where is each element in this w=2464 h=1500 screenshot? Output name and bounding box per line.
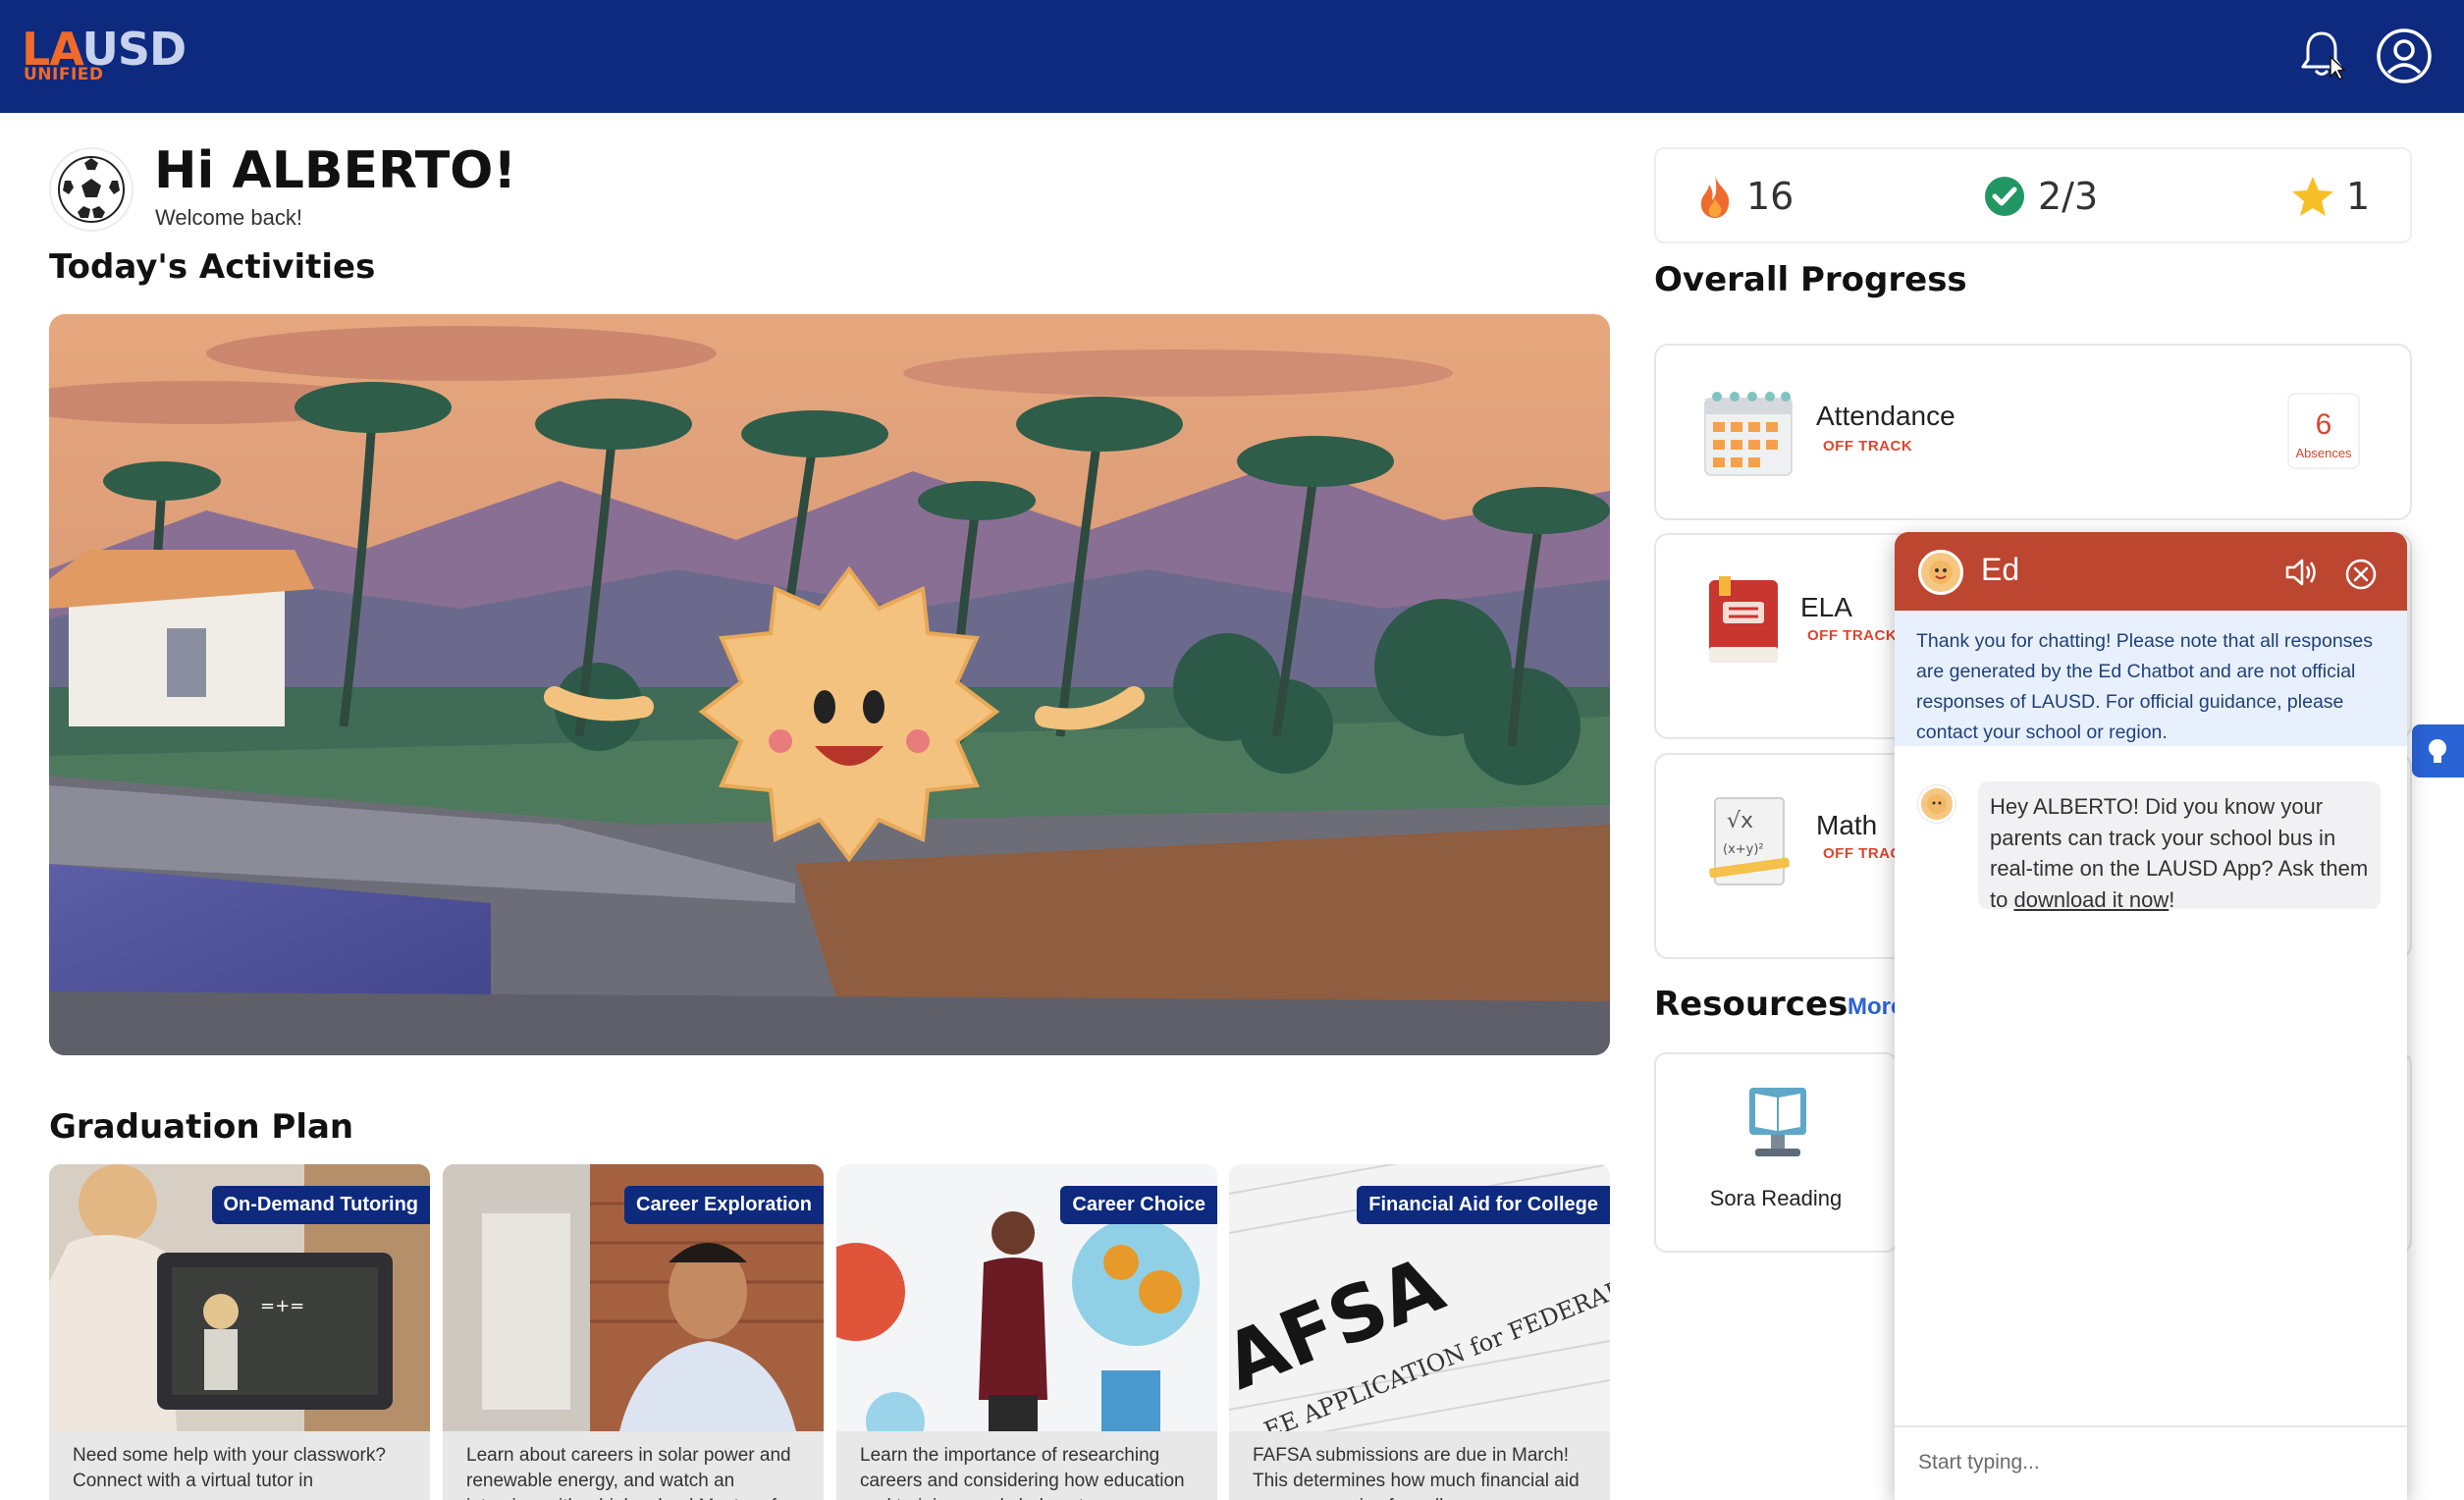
absences-badge: 6 Absences xyxy=(2287,393,2360,469)
bot-avatar-icon xyxy=(1918,785,1955,823)
lightbulb-icon xyxy=(2429,739,2446,763)
side-tab-button[interactable] xyxy=(2412,724,2464,777)
ed-sun-avatar-icon xyxy=(1918,550,1963,595)
card-tag: Career Exploration xyxy=(624,1186,824,1224)
ela-status: OFF TRACK xyxy=(1807,627,1898,644)
account-icon[interactable] xyxy=(2376,27,2433,84)
streak-stat: 16 xyxy=(1695,171,1794,222)
logo-subtitle: UNIFIED xyxy=(24,65,104,84)
attendance-label: Attendance xyxy=(1816,401,1955,431)
chat-input[interactable] xyxy=(1918,1445,2389,1480)
math-worksheet-icon: √x (x+y)² xyxy=(1709,797,1790,885)
book-icon xyxy=(1709,576,1778,663)
stats-bar: 16 2/3 1 xyxy=(1654,147,2412,243)
calendar-icon xyxy=(1704,392,1793,476)
star-icon xyxy=(2292,177,2333,216)
absences-label: Absences xyxy=(2295,446,2352,460)
overall-progress-heading: Overall Progress xyxy=(1654,260,1967,299)
greeting-title: Hi ALBERTO! xyxy=(154,141,517,200)
card-tag: Financial Aid for College xyxy=(1357,1186,1610,1224)
chat-message-bubble: Hey ALBERTO! Did you know your parents c… xyxy=(1978,781,2381,912)
graduation-card[interactable]: =+= On-Demand Tutoring Need some help wi… xyxy=(49,1164,430,1500)
svg-text:=+=: =+= xyxy=(260,1296,304,1316)
notification-bell-icon[interactable] xyxy=(2297,27,2346,82)
resources-heading: Resources xyxy=(1654,985,1848,1024)
card-description: Learn the importance of researching care… xyxy=(860,1445,1185,1500)
chatbot-panel: Ed Thank you for chatting! Please note t… xyxy=(1895,532,2407,1500)
chatbot-name: Ed xyxy=(1981,552,2020,587)
soccer-ball-avatar[interactable] xyxy=(49,147,134,232)
lausd-logo[interactable]: LAUSD UNIFIED xyxy=(22,24,198,86)
ela-label: ELA xyxy=(1800,592,1852,622)
card-description: Learn about careers in solar power and r… xyxy=(466,1445,791,1500)
greeting-subtitle: Welcome back! xyxy=(155,205,302,230)
stars-count: 1 xyxy=(2346,175,2371,218)
close-icon[interactable] xyxy=(2344,558,2378,591)
graduation-card[interactable]: Career Choice Learn the importance of re… xyxy=(836,1164,1217,1500)
card-tag: Career Choice xyxy=(1060,1186,1217,1224)
sora-reading-icon xyxy=(1749,1088,1806,1156)
svg-text:(x+y)²: (x+y)² xyxy=(1723,842,1764,857)
activity-video-thumbnail[interactable] xyxy=(49,314,1610,1055)
speaker-icon[interactable] xyxy=(2283,556,2319,589)
chat-disclaimer: Thank you for chatting! Please note that… xyxy=(1895,611,2407,746)
card-description: Need some help with your classwork? Conn… xyxy=(73,1445,386,1491)
completed-count: 2/3 xyxy=(2038,175,2099,218)
graduation-card[interactable]: AFSA EE APPLICATION for FEDERAL STUD Fin… xyxy=(1229,1164,1610,1500)
app-window: LAUSD UNIFIED Hi ALBERTO! Welcome back! … xyxy=(0,0,2464,1500)
download-app-link[interactable]: download it now xyxy=(2013,887,2169,912)
card-description: FAFSA submissions are due in March! This… xyxy=(1253,1445,1580,1500)
flame-icon xyxy=(1700,175,1730,218)
streak-count: 16 xyxy=(1746,175,1794,218)
attendance-status: OFF TRACK xyxy=(1823,438,1913,455)
check-circle-icon xyxy=(1985,177,2024,216)
chat-input-divider xyxy=(1895,1425,2407,1427)
graduation-plan-heading: Graduation Plan xyxy=(49,1107,354,1147)
absences-count: 6 xyxy=(2315,408,2332,441)
card-tag: On-Demand Tutoring xyxy=(211,1186,430,1224)
graduation-card[interactable]: Career Exploration Learn about careers i… xyxy=(443,1164,824,1500)
resource-card-sora[interactable]: Sora Reading xyxy=(1654,1052,1898,1253)
svg-text:√x: √x xyxy=(1727,809,1753,833)
chat-header: Ed xyxy=(1895,532,2407,611)
completed-stat: 2/3 xyxy=(1983,171,2098,222)
stars-stat: 1 xyxy=(2291,171,2370,222)
message-end: ! xyxy=(2169,886,2175,912)
todays-activities-heading: Today's Activities xyxy=(49,247,376,287)
resource-label: Sora Reading xyxy=(1709,1186,1843,1210)
top-navigation-bar: LAUSD UNIFIED xyxy=(0,0,2464,113)
math-label: Math xyxy=(1816,810,1878,840)
